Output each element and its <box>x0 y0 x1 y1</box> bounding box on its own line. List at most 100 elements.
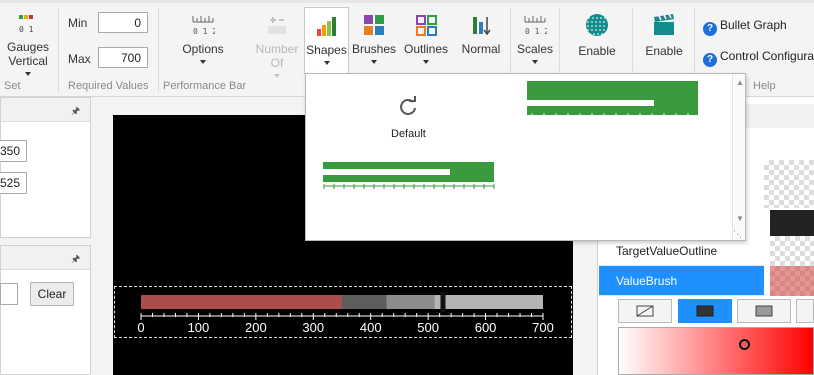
gradient-brush-icon <box>755 305 773 317</box>
scale-ruler-icon: 0 1 2 <box>524 16 547 36</box>
target-marker <box>440 292 446 312</box>
chevron-down-icon <box>423 60 429 64</box>
no-brush-icon <box>636 305 654 317</box>
enable-transitions-button[interactable]: Enable <box>574 12 620 58</box>
bullet-graph-label: Bullet Graph <box>720 18 787 32</box>
group-label-performance-bar: Performance Bar <box>163 80 247 92</box>
svg-text:0 1 2: 0 1 2 <box>19 25 39 34</box>
value-bar <box>141 295 342 309</box>
range-band-mid <box>386 295 435 309</box>
property-value-brush[interactable]: ValueBrush <box>599 266 764 296</box>
ribbon-separator <box>158 8 159 92</box>
group-label-set: Set <box>4 80 21 92</box>
tick-label: 600 <box>475 320 497 335</box>
resize-grip-icon[interactable]: ⋱ <box>733 229 742 240</box>
events-panel: 🖈 <box>0 245 91 375</box>
shape-option-bar-bottom[interactable] <box>322 160 495 192</box>
default-shape-label: Default <box>391 128 426 140</box>
control-configurator-help-link[interactable]: ?Control Configurator <box>703 49 814 67</box>
solid-brush-tab[interactable] <box>678 299 732 323</box>
bullet-bar-thumbnail <box>323 162 495 189</box>
chevron-down-icon <box>323 61 330 65</box>
sort-orientation-icon <box>473 17 491 36</box>
bullet-graph-help-link[interactable]: ? Bullet Graph <box>703 18 787 36</box>
brushes-label: Brushes <box>352 42 397 56</box>
bullet-graph: 0 100 200 300 400 500 600 700 <box>137 292 554 335</box>
normal-label: Normal <box>461 42 501 56</box>
outlines-label: Outlines <box>403 42 449 56</box>
color-picker-handle[interactable] <box>739 339 750 350</box>
chevron-down-icon <box>371 60 377 64</box>
refresh-icon <box>400 96 416 115</box>
tick-label: 400 <box>360 320 382 335</box>
enable-label: Enable <box>578 44 616 58</box>
svg-text:0 1 2: 0 1 2 <box>525 27 547 36</box>
chevron-down-icon <box>532 60 538 64</box>
no-brush-tab[interactable] <box>618 299 672 323</box>
min-label: Min <box>68 16 88 30</box>
dropdown-scrollbar[interactable]: ▲ ▼ <box>732 74 745 240</box>
shapes-dropdown: ▲ ▼ Default ⋱ <box>305 73 746 241</box>
shapes-label: Shapes <box>306 43 347 57</box>
target-input[interactable] <box>0 172 27 194</box>
tick-label: 100 <box>188 320 210 335</box>
ribbon-top-border <box>0 0 814 3</box>
bar-chart-icon <box>316 17 336 36</box>
outlines-palette-icon <box>416 15 437 36</box>
group-label-required-values: Required Values <box>68 80 149 92</box>
target-outline-swatch[interactable] <box>770 236 814 266</box>
scales-button[interactable]: 0 1 2 Scales <box>514 14 556 64</box>
group-label-help: Help <box>753 80 776 92</box>
help-icon: ? <box>703 22 717 36</box>
bullet-bar-thumbnail <box>527 81 698 116</box>
help-icon: ? <box>703 53 717 67</box>
outlines-button[interactable]: Outlines <box>403 14 449 64</box>
number-of-button[interactable]: Number Of <box>254 14 300 78</box>
scroll-down-icon[interactable]: ▼ <box>736 214 744 223</box>
solid-brush-icon <box>696 305 714 317</box>
shape-option-bar-top[interactable] <box>526 79 699 119</box>
events-input[interactable] <box>0 283 18 305</box>
gauge-scale-icon: 0 1 2 <box>19 15 39 34</box>
scroll-up-icon[interactable]: ▲ <box>736 78 744 87</box>
gradient-brush-tab[interactable] <box>737 299 791 323</box>
clear-button[interactable]: Clear <box>30 282 74 306</box>
max-input[interactable] <box>98 47 148 68</box>
shapes-button[interactable]: Shapes <box>304 7 349 74</box>
chevron-down-icon <box>25 72 31 76</box>
tick-label: 500 <box>417 320 439 335</box>
image-brush-tab[interactable] <box>796 299 814 323</box>
transition-icon <box>586 14 608 36</box>
control-configurator-label: Control Configurator <box>720 49 814 63</box>
tick-label: 700 <box>532 320 554 335</box>
number-label: Number <box>255 42 299 56</box>
enable-animation-button[interactable]: Enable <box>641 12 687 58</box>
chevron-down-icon <box>274 74 280 78</box>
scales-label: Scales <box>516 42 554 56</box>
pin-icon[interactable]: 🖈 <box>71 252 80 269</box>
tick-label: 300 <box>302 320 324 335</box>
ribbon-separator <box>58 8 59 92</box>
value-brush-swatch[interactable] <box>770 266 814 296</box>
gauges-vertical-button[interactable]: 0 1 2 Gauges Vertical <box>6 12 50 76</box>
options-button[interactable]: 0 1 2 Options <box>180 14 226 64</box>
normal-button[interactable]: Normal <box>458 14 504 56</box>
property-swatch <box>764 160 814 208</box>
tick-label: 200 <box>245 320 267 335</box>
max-label: Max <box>68 52 91 66</box>
value-input[interactable] <box>0 140 27 162</box>
min-input[interactable] <box>98 12 148 33</box>
vertical-label: Vertical <box>8 54 48 68</box>
color-picker-area[interactable] <box>618 327 814 375</box>
tick-label: 0 <box>137 320 144 335</box>
scale-options-icon: 0 1 2 <box>192 16 215 36</box>
values-panel: 🖈 <box>0 97 91 238</box>
pin-icon[interactable]: 🖈 <box>71 104 80 121</box>
range-band-light <box>434 295 543 309</box>
property-swatch[interactable] <box>770 210 814 236</box>
options-label: Options <box>182 42 224 56</box>
brushes-button[interactable]: Brushes <box>352 14 396 64</box>
clapperboard-icon <box>654 13 674 35</box>
brushes-palette-icon <box>364 15 384 35</box>
properties-header <box>740 104 814 128</box>
